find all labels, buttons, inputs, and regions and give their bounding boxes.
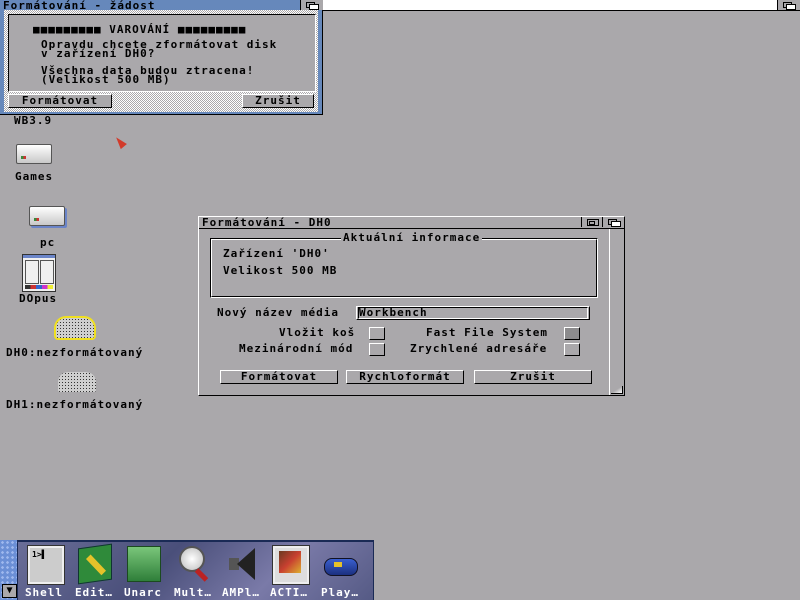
depth-icon bbox=[305, 1, 319, 10]
dock-drag-handle[interactable]: ▼ bbox=[0, 540, 17, 600]
format-window: Formátování - DH0 Aktuální informace Zař… bbox=[198, 216, 625, 396]
desktop-icon-dh0[interactable]: DH0:nezformátovaný bbox=[4, 316, 154, 360]
ffs-checkbox[interactable] bbox=[564, 327, 580, 340]
device-info: Zařízení 'DH0' bbox=[223, 247, 330, 260]
dock-item-editor[interactable]: Edit… bbox=[70, 542, 118, 600]
speaker-icon bbox=[225, 546, 257, 580]
dock-menu-button[interactable]: ▼ bbox=[2, 584, 17, 598]
mouse-pointer-icon bbox=[113, 134, 127, 150]
dock-item-shell[interactable]: 1>▌ Shell bbox=[20, 542, 68, 600]
dock-item-player[interactable]: Play… bbox=[316, 542, 364, 600]
request-message: ■■■■■■■■■ VAROVÁNÍ ■■■■■■■■■ Opravdu chc… bbox=[8, 14, 316, 92]
desktop-icon-dopus[interactable]: DOpus bbox=[16, 252, 66, 306]
cancel-button[interactable]: Zrušit bbox=[474, 370, 592, 384]
icon-label: DH1:nezformátovaný bbox=[6, 398, 144, 411]
dock-item-label: Shell bbox=[24, 586, 64, 599]
harddisk-icon bbox=[58, 372, 96, 392]
screen-depth-button[interactable] bbox=[777, 0, 800, 10]
request-format-button[interactable]: Formátovat bbox=[8, 94, 112, 108]
message-line: (Velikost 500 MB) bbox=[41, 73, 171, 86]
volume-name-input[interactable] bbox=[359, 306, 579, 318]
quick-format-button[interactable]: Rychloformát bbox=[346, 370, 464, 384]
info-group-legend: Aktuální informace bbox=[341, 231, 483, 244]
box-icon bbox=[127, 546, 161, 582]
depth-button[interactable] bbox=[602, 217, 623, 227]
dock-item-label: Unarc bbox=[123, 586, 163, 599]
format-button[interactable]: Formátovat bbox=[220, 370, 338, 384]
warning-heading: ■■■■■■■■■ VAROVÁNÍ ■■■■■■■■■ bbox=[33, 23, 247, 36]
film-icon bbox=[273, 546, 309, 584]
drive-icon bbox=[16, 144, 52, 164]
window-right-border bbox=[609, 229, 624, 395]
depth-icon bbox=[782, 1, 796, 10]
desktop-icon-games[interactable]: Games bbox=[10, 142, 60, 184]
window-depth-button[interactable] bbox=[300, 0, 323, 10]
shell-icon: 1>▌ bbox=[28, 546, 64, 584]
dock-item-label: Mult… bbox=[173, 586, 213, 599]
icon-label: DOpus bbox=[19, 292, 58, 305]
icon-label: pc bbox=[40, 236, 56, 249]
dock-item-label: Edit… bbox=[74, 586, 114, 599]
dock-item-multiview[interactable]: Mult… bbox=[169, 542, 217, 600]
notepad-icon bbox=[78, 543, 112, 585]
zoom-button[interactable] bbox=[581, 217, 602, 227]
dircache-checkbox[interactable] bbox=[564, 343, 580, 356]
window-title-bar[interactable]: Formátování - DH0 bbox=[199, 216, 624, 229]
dock-item-unarc[interactable]: Unarc bbox=[119, 542, 167, 600]
player-icon bbox=[324, 546, 358, 580]
desktop-icon-dh1[interactable]: DH1:nezformátovaný bbox=[4, 372, 154, 414]
icon-label: DH0:nezformátovaný bbox=[6, 346, 144, 359]
icon-label: Games bbox=[15, 170, 54, 183]
window-title: Formátování - DH0 bbox=[202, 216, 332, 229]
international-checkbox[interactable] bbox=[369, 343, 385, 356]
message-line: v zařízení DH0? bbox=[41, 47, 156, 60]
harddisk-icon bbox=[56, 318, 94, 338]
option-label: Mezinárodní mód bbox=[239, 342, 354, 355]
option-label: Fast File System bbox=[426, 326, 548, 339]
dock-item-amplifier[interactable]: AMPl… bbox=[217, 542, 265, 600]
dock-item-action[interactable]: ACTI… bbox=[265, 542, 313, 600]
request-body: ■■■■■■■■■ VAROVÁNÍ ■■■■■■■■■ Opravdu chc… bbox=[4, 10, 318, 112]
dopus-icon bbox=[22, 254, 56, 292]
chevron-down-icon: ▼ bbox=[6, 585, 13, 596]
desktop-icon-pc[interactable]: pc bbox=[24, 204, 74, 250]
drive-icon bbox=[29, 206, 65, 226]
volume-name-field[interactable] bbox=[356, 306, 590, 320]
magnifier-icon bbox=[177, 546, 209, 582]
request-cancel-button[interactable]: Zrušit bbox=[242, 94, 314, 108]
volume-name-label: Nový název média bbox=[217, 306, 339, 319]
format-request-window: Formátování - žádost ■■■■■■■■■ VAROVÁNÍ … bbox=[0, 0, 323, 115]
option-label: Zrychlené adresáře bbox=[410, 342, 548, 355]
dock-item-label: ACTI… bbox=[269, 586, 309, 599]
size-info: Velikost 500 MB bbox=[223, 264, 338, 277]
app-dock: ▼ 1>▌ Shell Edit… Unarc Mult… AMPl… ACTI… bbox=[0, 540, 374, 600]
option-label: Vložit koš bbox=[279, 326, 356, 339]
depth-icon bbox=[607, 218, 621, 227]
dock-item-label: AMPl… bbox=[221, 586, 261, 599]
info-group: Aktuální informace Zařízení 'DH0' Veliko… bbox=[210, 231, 598, 298]
dock-item-label: Play… bbox=[320, 586, 360, 599]
zoom-icon bbox=[587, 219, 599, 226]
resize-handle[interactable] bbox=[611, 386, 623, 394]
icon-label: WB3.9 bbox=[14, 114, 53, 127]
trashcan-checkbox[interactable] bbox=[369, 327, 385, 340]
